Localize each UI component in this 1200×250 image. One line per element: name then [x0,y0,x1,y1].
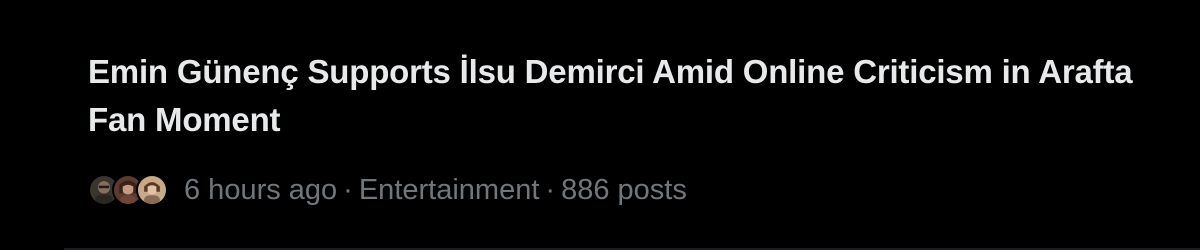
person-photo-icon [138,176,166,204]
story-meta-text: 6 hours ago · Entertainment · 886 posts [184,170,687,210]
trending-story-card[interactable]: Emin Günenç Supports İlsu Demirci Amid O… [0,0,1200,250]
avatar [136,174,168,206]
story-category: Entertainment [358,174,540,206]
story-headline[interactable]: Emin Günenç Supports İlsu Demirci Amid O… [88,48,1148,144]
meta-separator: · [545,174,556,206]
story-time: 6 hours ago [184,174,338,206]
meta-separator: · [343,174,353,206]
story-post-count: 886 posts [561,174,687,206]
avatar-stack [88,174,168,206]
story-meta-row: 6 hours ago · Entertainment · 886 posts [88,170,687,210]
